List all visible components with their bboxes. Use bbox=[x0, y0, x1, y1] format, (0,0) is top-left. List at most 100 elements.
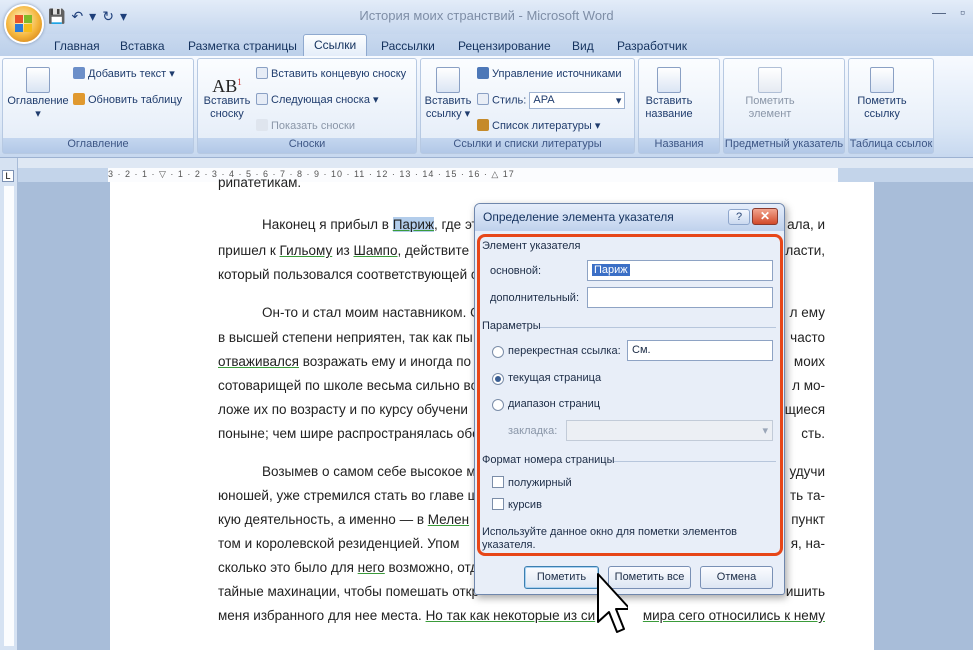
mark-entry-button[interactable]: Пометить элемент bbox=[738, 67, 802, 121]
tab-developer[interactable]: Разработчик bbox=[611, 37, 693, 55]
text-line: ласти, bbox=[785, 243, 825, 258]
mark-citation-button[interactable]: Пометить ссылку bbox=[851, 67, 913, 121]
tab-mailings[interactable]: Рассылки bbox=[375, 37, 441, 55]
section-entry-label: Элемент указателя bbox=[482, 240, 581, 252]
insert-citation-button[interactable]: Вставить ссылку ▾ bbox=[423, 67, 473, 121]
bold-label: полужирный bbox=[508, 477, 572, 489]
group-index: Пометить элемент Предметный указатель bbox=[723, 58, 845, 154]
text-line: ишить bbox=[785, 584, 825, 599]
window-title: История моих странствий - Microsoft Word bbox=[359, 8, 614, 23]
title-bar: 💾 ↶ ▾ ↻ ▾ История моих странствий - Micr… bbox=[0, 0, 973, 34]
dialog-title: Определение элемента указателя bbox=[483, 210, 674, 224]
group-toa-label: Таблица ссылок bbox=[849, 138, 933, 153]
footnote-ab-icon: AB bbox=[212, 76, 238, 96]
group-footnotes-label: Сноски bbox=[198, 138, 416, 153]
cross-reference-radio[interactable] bbox=[492, 346, 504, 358]
manage-sources-button[interactable]: Управление источниками bbox=[477, 67, 621, 80]
current-page-label: текущая страница bbox=[508, 372, 602, 384]
italic-checkbox[interactable] bbox=[492, 498, 504, 510]
bibliography-button[interactable]: Список литературы ▾ bbox=[477, 119, 600, 132]
add-text-button[interactable]: Добавить текст ▾ bbox=[73, 67, 175, 80]
tab-insert[interactable]: Вставка bbox=[114, 37, 171, 55]
office-logo-icon bbox=[15, 15, 33, 33]
vertical-ruler[interactable] bbox=[4, 186, 14, 646]
group-index-label: Предметный указатель bbox=[724, 138, 844, 153]
mark-citation-icon bbox=[870, 67, 894, 93]
insert-footnote-button[interactable]: AB1 Вставить сноску bbox=[202, 67, 252, 121]
page-range-radio[interactable] bbox=[492, 399, 504, 411]
chevron-down-icon: ▾ bbox=[762, 425, 768, 437]
update-table-button[interactable]: Обновить таблицу bbox=[73, 93, 182, 106]
mark-button[interactable]: Пометить bbox=[524, 566, 599, 589]
cross-reference-label: перекрестная ссылка: bbox=[508, 345, 621, 357]
maximize-icon[interactable]: ▫ bbox=[960, 4, 965, 20]
current-page-radio[interactable] bbox=[492, 373, 504, 385]
dialog-hint: Используйте данное окно для пометки элем… bbox=[482, 526, 738, 551]
text-line: ала, и bbox=[787, 217, 825, 232]
text-line: я, на- bbox=[790, 536, 825, 551]
next-footnote-icon bbox=[256, 93, 268, 105]
ribbon-tabs: Главная Вставка Разметка страницы Ссылки… bbox=[0, 34, 973, 56]
text-line: л мо- bbox=[792, 378, 825, 393]
update-table-icon bbox=[73, 93, 85, 105]
office-button[interactable] bbox=[4, 4, 44, 44]
text-line: щиеся bbox=[784, 402, 825, 417]
page-range-label: диапазон страниц bbox=[508, 398, 601, 410]
cross-reference-field[interactable]: См. bbox=[627, 340, 773, 361]
group-footnotes: AB1 Вставить сноску Вставить концевую сн… bbox=[197, 58, 417, 154]
group-citations: Вставить ссылку ▾ Управление источниками… bbox=[420, 58, 635, 154]
bookmark-label: закладка: bbox=[508, 425, 558, 437]
show-notes-button[interactable]: Показать сноски bbox=[256, 119, 355, 132]
text-line: мира сего относились к нему bbox=[642, 608, 825, 623]
citation-icon bbox=[436, 67, 460, 93]
subentry-field[interactable] bbox=[587, 287, 773, 308]
style-select[interactable]: Стиль: APA ▾ bbox=[477, 92, 626, 109]
section-options-label: Параметры bbox=[482, 320, 541, 332]
section-format-label: Формат номера страницы bbox=[482, 454, 615, 466]
bold-checkbox[interactable] bbox=[492, 476, 504, 488]
text-line: часто bbox=[790, 330, 825, 345]
tab-selector[interactable]: L bbox=[2, 170, 14, 182]
close-icon[interactable]: ✕ bbox=[752, 208, 778, 225]
show-notes-icon bbox=[256, 119, 268, 131]
subentry-label: дополнительный: bbox=[490, 292, 580, 304]
toc-icon bbox=[26, 67, 50, 93]
insert-caption-button[interactable]: Вставить название bbox=[641, 67, 697, 121]
selected-word: Париж bbox=[392, 217, 434, 232]
style-icon bbox=[477, 93, 489, 106]
main-entry-field[interactable]: Париж bbox=[587, 260, 773, 281]
tab-view[interactable]: Вид bbox=[566, 37, 600, 55]
text-line: л ему bbox=[789, 305, 825, 320]
bookmark-select[interactable]: ▾ bbox=[566, 420, 773, 441]
group-toc: Оглавление ▾ Добавить текст ▾ Обновить та… bbox=[2, 58, 194, 154]
cancel-button[interactable]: Отмена bbox=[700, 566, 773, 589]
group-toa: Пометить ссылку Таблица ссылок bbox=[848, 58, 934, 154]
minimize-icon[interactable]: — bbox=[932, 4, 946, 20]
text-line: ть та- bbox=[789, 488, 825, 503]
style-value[interactable]: APA ▾ bbox=[529, 92, 626, 109]
bibliography-icon bbox=[477, 119, 489, 131]
group-toc-label: Оглавление bbox=[3, 138, 193, 153]
endnote-icon bbox=[256, 67, 268, 79]
ribbon: Оглавление ▾ Добавить текст ▾ Обновить та… bbox=[0, 56, 973, 158]
tab-page-layout[interactable]: Разметка страницы bbox=[182, 37, 303, 55]
text-line: пункт bbox=[791, 512, 825, 527]
insert-endnote-button[interactable]: Вставить концевую сноску bbox=[256, 67, 406, 80]
toc-button[interactable]: Оглавление ▾ bbox=[7, 67, 69, 121]
chevron-down-icon: ▾ bbox=[615, 95, 622, 107]
group-captions: Вставить название Названия bbox=[638, 58, 720, 154]
text-line: моих bbox=[793, 354, 825, 369]
text-line: удучи bbox=[789, 464, 825, 479]
tab-home[interactable]: Главная bbox=[48, 37, 106, 55]
window-controls: — ▫ bbox=[932, 4, 965, 20]
manage-sources-icon bbox=[477, 67, 489, 79]
text-line: рипатетикам. bbox=[218, 176, 302, 190]
group-citations-label: Ссылки и списки литературы bbox=[421, 138, 634, 153]
italic-label: курсив bbox=[508, 499, 542, 511]
help-icon[interactable]: ? bbox=[728, 209, 750, 225]
tab-references[interactable]: Ссылки bbox=[303, 34, 368, 56]
next-footnote-button[interactable]: Следующая сноска ▾ bbox=[256, 93, 379, 106]
group-captions-label: Названия bbox=[639, 138, 719, 153]
add-text-icon bbox=[73, 67, 85, 79]
tab-review[interactable]: Рецензирование bbox=[452, 37, 557, 55]
